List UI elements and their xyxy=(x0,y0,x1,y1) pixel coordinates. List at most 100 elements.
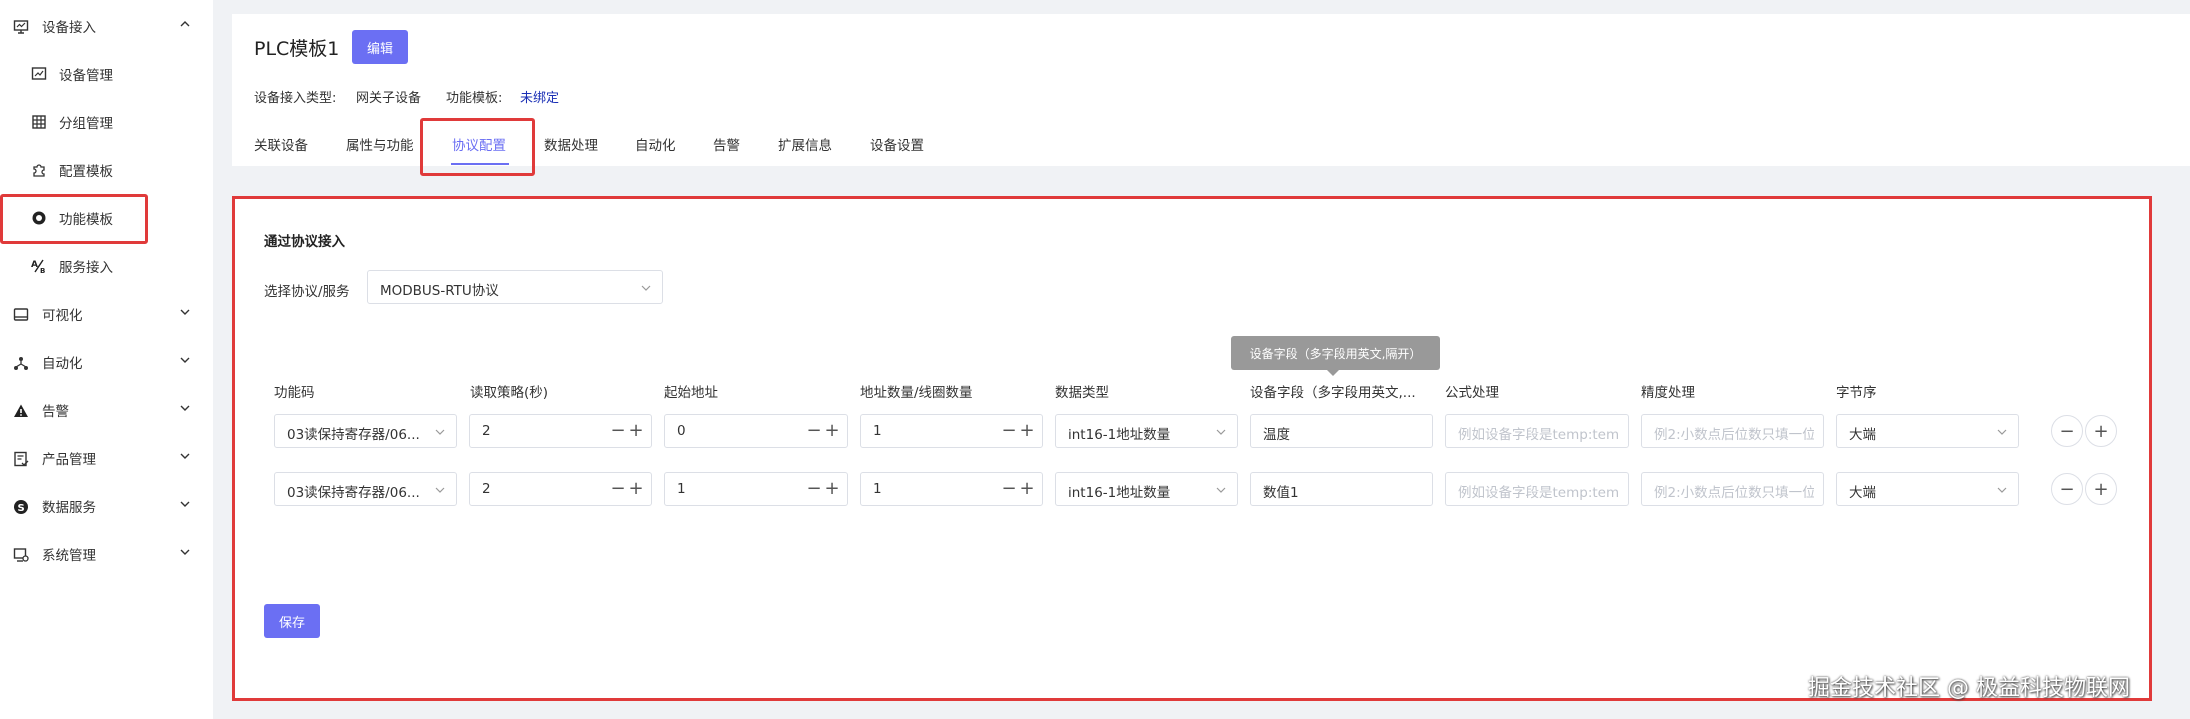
chevron-down-icon xyxy=(640,282,652,294)
column-header: 设备字段（多字段用英文,... xyxy=(1250,385,1416,401)
device-field-input[interactable]: 数值1 xyxy=(1250,472,1433,506)
plus-icon[interactable]: + xyxy=(628,480,644,498)
minus-icon[interactable]: − xyxy=(806,480,822,498)
chevron-down-icon xyxy=(1996,426,2008,438)
stepper-value: 2 xyxy=(482,481,491,497)
minus-icon: − xyxy=(2059,420,2075,442)
minus-icon[interactable]: − xyxy=(610,422,626,440)
edit-button[interactable]: 编辑 xyxy=(352,30,408,64)
sidebar-group-label: 自动化 xyxy=(42,356,83,372)
sidebar-item-label: 分组管理 xyxy=(59,116,113,132)
chevron-up-icon xyxy=(178,16,194,32)
plus-icon[interactable]: + xyxy=(824,480,840,498)
stepper-value: 1 xyxy=(873,423,882,439)
data-type-select[interactable]: int16-1地址数量 xyxy=(1055,414,1238,448)
tab-automation[interactable]: 自动化 xyxy=(635,134,676,154)
address-count-stepper[interactable]: 1 − + xyxy=(860,414,1043,448)
tab-alarm[interactable]: 告警 xyxy=(713,134,740,154)
plus-icon[interactable]: + xyxy=(628,422,644,440)
tab-device-settings[interactable]: 设备设置 xyxy=(870,134,924,154)
formula-placeholder: 例如设备字段是temp:temp xyxy=(1458,427,1618,443)
column-header: 功能码 xyxy=(274,385,315,401)
chevron-down-icon xyxy=(178,544,194,560)
grid-icon xyxy=(30,113,48,131)
data-type-select[interactable]: int16-1地址数量 xyxy=(1055,472,1238,506)
add-row-button[interactable]: + xyxy=(2085,415,2117,447)
sidebar-group-automation[interactable]: 自动化 xyxy=(0,338,213,386)
formula-placeholder: 例如设备字段是temp:temp xyxy=(1458,485,1618,501)
chevron-down-icon xyxy=(434,426,446,438)
stepper-value: 1 xyxy=(677,481,686,497)
device-field-input[interactable]: 温度 xyxy=(1250,414,1433,448)
function-code-select[interactable]: 03读保持寄存器/06... xyxy=(274,472,457,506)
column-header: 地址数量/线圈数量 xyxy=(860,385,973,401)
remove-row-button[interactable]: − xyxy=(2051,473,2083,505)
sidebar-group-label: 产品管理 xyxy=(42,452,96,468)
byte-order-select[interactable]: 大端 xyxy=(1836,414,2019,448)
sidebar-item-group-management[interactable]: 分组管理 xyxy=(0,98,213,146)
device-chart-icon xyxy=(30,65,48,83)
stepper-value: 2 xyxy=(482,423,491,439)
sidebar-item-label: 设备管理 xyxy=(59,68,113,84)
sidebar-group-product[interactable]: 产品管理 xyxy=(0,434,213,482)
precision-input[interactable]: 例2:小数点后位数只填一位 xyxy=(1641,414,1824,448)
sidebar-group-data-service[interactable]: S 数据服务 xyxy=(0,482,213,530)
puzzle-icon xyxy=(30,161,48,179)
sidebar-group-device-access[interactable]: 设备接入 xyxy=(0,2,213,50)
device-field-value: 数值1 xyxy=(1263,485,1299,501)
sidebar-item-service-access[interactable]: AB 服务接入 xyxy=(0,242,213,290)
add-row-button[interactable]: + xyxy=(2085,473,2117,505)
tab-extended-info[interactable]: 扩展信息 xyxy=(778,134,832,154)
sidebar-item-device-management[interactable]: 设备管理 xyxy=(0,50,213,98)
chevron-down-icon xyxy=(178,400,194,416)
remove-row-button[interactable]: − xyxy=(2051,415,2083,447)
access-type-value: 网关子设备 xyxy=(356,91,422,106)
sidebar-group-system[interactable]: 系统管理 xyxy=(0,530,213,578)
sidebar-group-visualization[interactable]: 可视化 xyxy=(0,290,213,338)
data-type-value: int16-1地址数量 xyxy=(1068,485,1171,501)
tab-related-devices[interactable]: 关联设备 xyxy=(254,134,308,154)
plus-icon[interactable]: + xyxy=(1019,480,1035,498)
stepper-value: 0 xyxy=(677,423,686,439)
sidebar-group-alarm[interactable]: 告警 xyxy=(0,386,213,434)
formula-input[interactable]: 例如设备字段是temp:temp xyxy=(1445,472,1629,506)
data-type-value: int16-1地址数量 xyxy=(1068,427,1171,443)
app-root: 设备接入 设备管理 分组管理 配置模板 功能模板 AB 服务接入 可视化 自动化… xyxy=(0,0,2190,719)
start-address-stepper[interactable]: 0 − + xyxy=(664,414,848,448)
function-code-select[interactable]: 03读保持寄存器/06... xyxy=(274,414,457,448)
protocol-select[interactable]: MODBUS-RTU协议 xyxy=(367,270,663,304)
chevron-down-icon xyxy=(178,352,194,368)
tab-data-processing[interactable]: 数据处理 xyxy=(544,134,598,154)
save-button[interactable]: 保存 xyxy=(264,604,320,638)
chevron-down-icon xyxy=(1215,426,1227,438)
plus-icon[interactable]: + xyxy=(1019,422,1035,440)
stepper-value: 1 xyxy=(873,481,882,497)
function-template-link[interactable]: 未绑定 xyxy=(520,91,559,106)
column-header: 起始地址 xyxy=(664,385,718,401)
precision-input[interactable]: 例2:小数点后位数只填一位 xyxy=(1641,472,1824,506)
read-strategy-stepper[interactable]: 2 − + xyxy=(469,472,652,506)
column-header: 读取策略(秒) xyxy=(470,385,549,401)
highlight-box xyxy=(420,118,535,176)
minus-icon[interactable]: − xyxy=(610,480,626,498)
column-header: 精度处理 xyxy=(1641,385,1695,401)
chevron-down-icon xyxy=(434,484,446,496)
sidebar-item-config-template[interactable]: 配置模板 xyxy=(0,146,213,194)
read-strategy-stepper[interactable]: 2 − + xyxy=(469,414,652,448)
byte-order-select[interactable]: 大端 xyxy=(1836,472,2019,506)
tab-properties-functions[interactable]: 属性与功能 xyxy=(346,134,414,154)
chevron-down-icon xyxy=(178,304,194,320)
address-count-stepper[interactable]: 1 − + xyxy=(860,472,1043,506)
start-address-stepper[interactable]: 1 − + xyxy=(664,472,848,506)
system-icon xyxy=(12,546,30,564)
formula-input[interactable]: 例如设备字段是temp:temp xyxy=(1445,414,1629,448)
device-field-value: 温度 xyxy=(1263,427,1290,443)
sidebar: 设备接入 设备管理 分组管理 配置模板 功能模板 AB 服务接入 可视化 自动化… xyxy=(0,0,213,719)
column-header: 公式处理 xyxy=(1445,385,1499,401)
protocol-select-value: MODBUS-RTU协议 xyxy=(380,283,499,299)
minus-icon[interactable]: − xyxy=(806,422,822,440)
minus-icon[interactable]: − xyxy=(1001,422,1017,440)
minus-icon[interactable]: − xyxy=(1001,480,1017,498)
column-header: 字节序 xyxy=(1836,385,1877,401)
plus-icon[interactable]: + xyxy=(824,422,840,440)
